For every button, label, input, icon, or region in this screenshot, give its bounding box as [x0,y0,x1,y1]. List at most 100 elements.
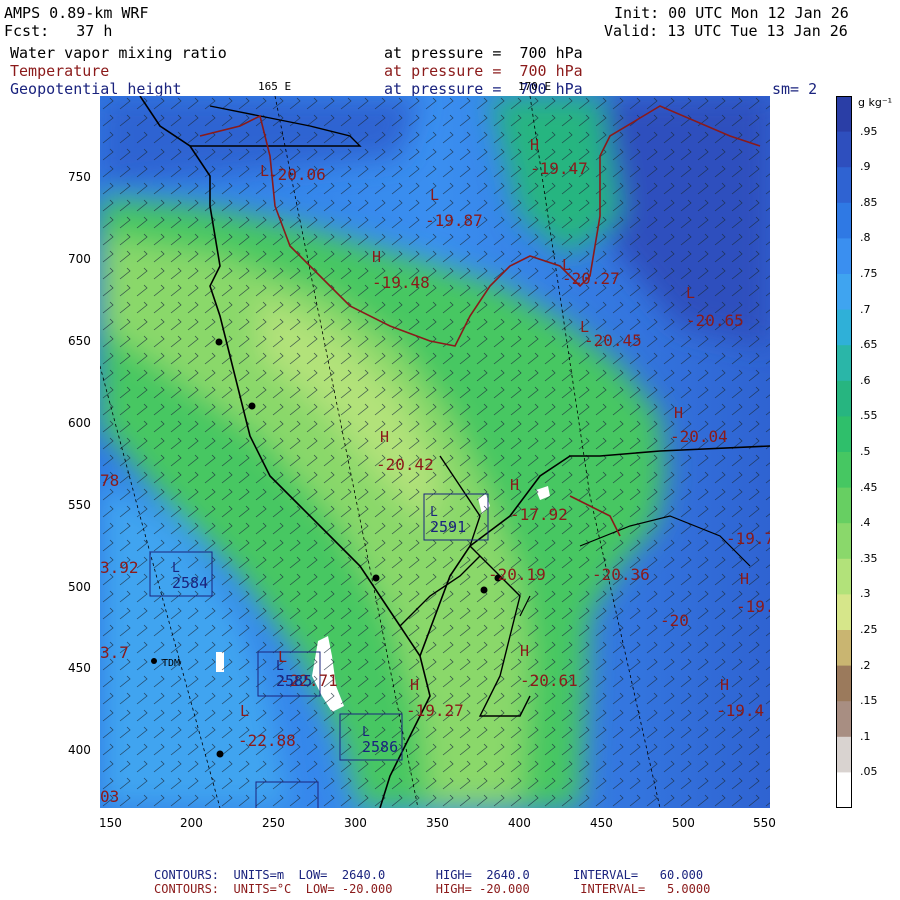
temperature-marker: H [410,676,419,694]
colorbar-segment [836,309,852,346]
station-dot-tdm [151,658,157,664]
colorbar-tick-label: .75 [860,267,878,280]
x-tick-label: 250 [262,816,285,830]
temperature-marker: L [240,702,249,720]
y-tick-label: 650 [68,334,91,348]
temperature-marker: H [520,642,529,660]
field-water-vapor: Water vapor mixing ratio [10,44,227,62]
colorbar-segment [836,665,852,702]
init-time: Init: 00 UTC Mon 12 Jan 26 [614,4,849,22]
temperature-value: -17.92 [510,505,568,524]
y-tick-label: 400 [68,743,91,757]
station-dot-1 [215,338,223,346]
station-dot-3 [372,574,380,582]
temperature-marker: H [510,476,519,494]
colorbar-tick-label: .8 [860,231,871,245]
x-tick-label: 150 [99,816,122,830]
edge-value: 03 [100,787,119,806]
forecast-hour: Fcst: 37 h [4,22,113,40]
temperature-value: -20.45 [584,331,642,350]
colorbar-segment [836,487,852,524]
colorbar-segment [836,167,852,204]
x-tick-label: 500 [672,816,695,830]
colorbar-tick-label: .2 [860,658,871,672]
valid-time: Valid: 13 UTC Tue 13 Jan 26 [604,22,848,40]
temperature-marker: L [430,186,439,204]
colorbar-tick-label: .5 [860,445,871,458]
colorbar-tick-label: .05 [860,765,878,779]
colorbar-tick-label: .6 [860,373,871,387]
temperature-value: -20.06 [268,165,326,184]
temperature-marker: H [530,136,539,154]
temperature-value: -19.7 [726,529,770,548]
map-svg: L-20.06H-19.47L-19.87H-19.48L-20.27L-20.… [100,96,770,808]
geopotential-height-value: 2585 [276,672,312,690]
edge-value: 3.7 [100,643,129,662]
field-temperature: Temperature [10,62,110,80]
colorbar-tick-label: .95 [860,124,878,138]
colorbar-segment [836,558,852,595]
colorbar-tick-label: .7 [860,302,871,316]
temperature-marker: H [740,570,749,588]
temperature-marker: H [380,428,389,446]
y-tick-label: 600 [68,416,91,430]
colorbar-tick-label: .25 [860,623,878,636]
footer-temperature-contours: CONTOURS: UNITS=°C LOW= -20.000 HIGH= -2… [154,882,711,896]
colorbar-segment [836,736,852,773]
footer-height-contours: CONTOURS: UNITS=m LOW= 2640.0 HIGH= 2640… [154,868,704,882]
colorbar-segment [836,452,852,489]
temperature-value: -19. [736,597,770,616]
model-title: AMPS 0.89-km WRF [4,4,149,22]
colorbar-tick-label: .9 [860,160,871,174]
colorbar-segment [836,238,852,275]
colorbar-segment [836,131,852,168]
temperature-value: -20.27 [562,269,620,288]
colorbar-segment [836,345,852,382]
geopotential-height-value: 2584 [172,574,208,592]
colorbar-tick-label: .55 [860,409,878,423]
colorbar-tick-label: .65 [860,338,878,352]
y-tick-label: 550 [68,498,91,512]
colorbar-unit: g kg⁻¹ [858,96,893,109]
temperature-value: -20 [660,611,689,630]
longitude-165e: 165 E [258,80,292,93]
y-tick-label: 450 [68,661,91,675]
x-tick-label: 400 [508,816,531,830]
colorbar-tick-label: .45 [860,480,878,494]
x-tick-label: 200 [180,816,203,830]
temperature-value: -19.27 [406,701,464,720]
temperature-value: -20.65 [686,311,744,330]
colorbar-tick-label: .15 [860,694,878,708]
geopotential-height-value: 2591 [430,518,466,536]
station-label-tdm: TDM [162,658,180,669]
colorbar-segment [836,772,852,808]
colorbar-tick-label: .85 [860,195,878,209]
y-tick-label: 750 [68,170,91,184]
y-tick-label: 700 [68,252,91,266]
x-tick-label: 450 [590,816,613,830]
pressure-level-1: at pressure = 700 hPa [384,44,583,62]
colorbar-segment [836,380,852,417]
temperature-value: -20.36 [592,565,650,584]
colorbar-tick-label: .4 [860,516,871,530]
station-dot-6 [216,750,224,758]
colorbar-tick-label: .35 [860,551,878,565]
colorbar-segment [836,274,852,311]
temperature-value: -22.88 [238,731,296,750]
map-panel: L -20.06 H -19.47 L -19.87 H -19.48 L -20.27 L -20.… [100,96,770,808]
colorbar-segment [836,630,852,667]
x-tick-label: 550 [753,816,776,830]
x-tick-label: 300 [344,816,367,830]
colorbar-tick-label: .1 [860,729,871,743]
temperature-marker: H [720,676,729,694]
colorbar [836,96,852,808]
temperature-value: -19.87 [425,211,483,230]
temperature-marker: H [674,404,683,422]
colorbar-segment [836,523,852,560]
edge-value: 78 [100,471,119,490]
colorbar-segment [836,594,852,631]
temperature-marker: L [686,284,695,302]
smoothing-label: sm= 2 [772,80,818,98]
colorbar-segment [836,202,852,239]
temperature-marker: H [372,248,381,266]
